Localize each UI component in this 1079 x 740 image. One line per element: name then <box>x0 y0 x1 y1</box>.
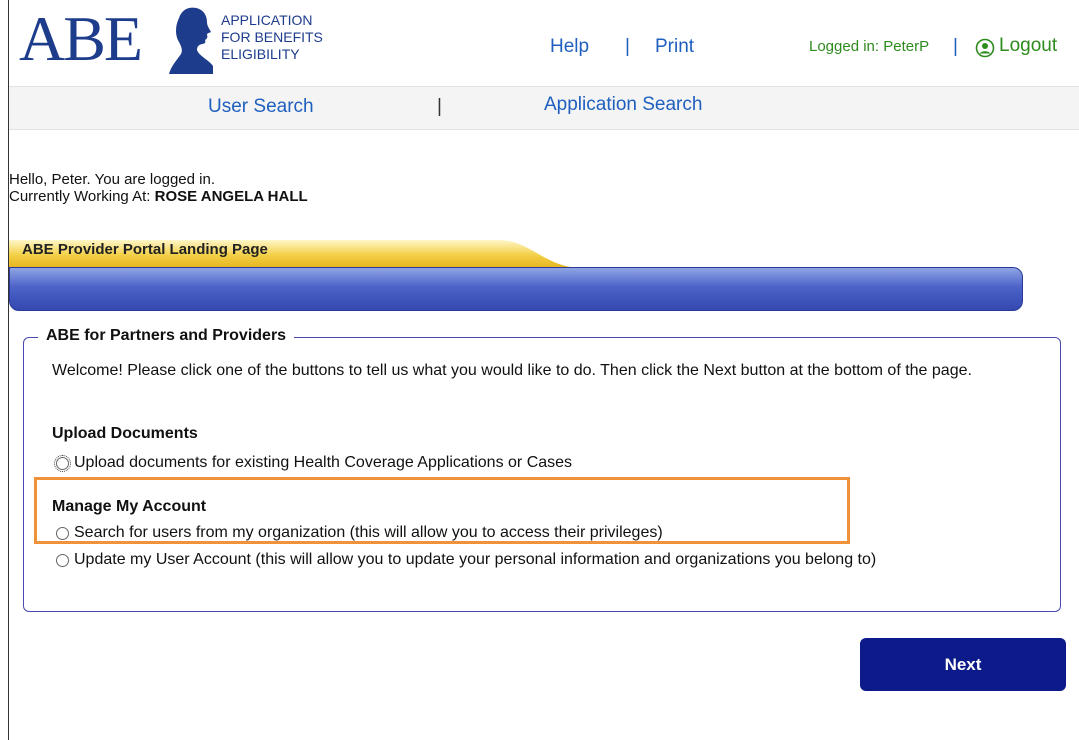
hello-text: Hello, Peter. You are logged in. <box>9 171 215 188</box>
user-circle-icon[interactable] <box>975 38 995 58</box>
print-link[interactable]: Print <box>655 36 694 58</box>
nav-separator: | <box>953 36 958 57</box>
logo-line: FOR BENEFITS <box>221 29 323 45</box>
search-users-radio[interactable] <box>56 526 69 540</box>
upload-documents-radio[interactable] <box>54 454 71 472</box>
logout-link[interactable]: Logout <box>999 35 1057 57</box>
fieldset-legend: ABE for Partners and Providers <box>38 327 295 345</box>
working-at-value: ROSE ANGELA HALL <box>154 188 308 205</box>
subnav-separator: | <box>437 96 442 117</box>
page-tab-label: ABE Provider Portal Landing Page <box>22 241 268 258</box>
search-users-option[interactable]: Search for users from my organization (t… <box>56 524 663 542</box>
header: ABE APPLICATION FOR BENEFITS ELIGIBILITY… <box>9 0 1079 86</box>
update-account-radio[interactable] <box>56 553 69 567</box>
upload-documents-option-label: Upload documents for existing Health Cov… <box>74 454 573 471</box>
help-link[interactable]: Help <box>550 36 589 58</box>
working-at-label: Currently Working At: <box>9 188 155 205</box>
logo-abbr: ABE <box>19 3 143 74</box>
nav-separator: | <box>625 36 630 57</box>
search-users-option-label: Search for users from my organization (t… <box>74 524 663 541</box>
update-account-option-label: Update my User Account (this will allow … <box>74 551 877 568</box>
user-search-link[interactable]: User Search <box>208 96 314 118</box>
logo-line: ELIGIBILITY <box>221 46 300 62</box>
next-button[interactable]: Next <box>860 638 1066 691</box>
header-bar <box>9 267 1023 311</box>
profile-silhouette-icon <box>169 7 213 74</box>
logo-line: APPLICATION <box>221 12 313 28</box>
update-account-option[interactable]: Update my User Account (this will allow … <box>56 551 876 569</box>
logo-text: APPLICATION FOR BENEFITS ELIGIBILITY <box>221 12 323 63</box>
application-search-link[interactable]: Application Search <box>544 94 702 116</box>
manage-my-account-title: Manage My Account <box>52 498 207 515</box>
working-at: Currently Working At: ROSE ANGELA HALL <box>9 188 308 205</box>
welcome-text: Welcome! Please click one of the buttons… <box>52 362 972 379</box>
greeting: Hello, Peter. You are logged in. Current… <box>9 171 308 205</box>
upload-documents-title: Upload Documents <box>52 425 198 442</box>
upload-documents-option[interactable]: Upload documents for existing Health Cov… <box>54 454 573 472</box>
sub-navigation: User Search | Application Search <box>9 86 1079 130</box>
logged-in-status: Logged in: PeterP <box>809 38 930 55</box>
